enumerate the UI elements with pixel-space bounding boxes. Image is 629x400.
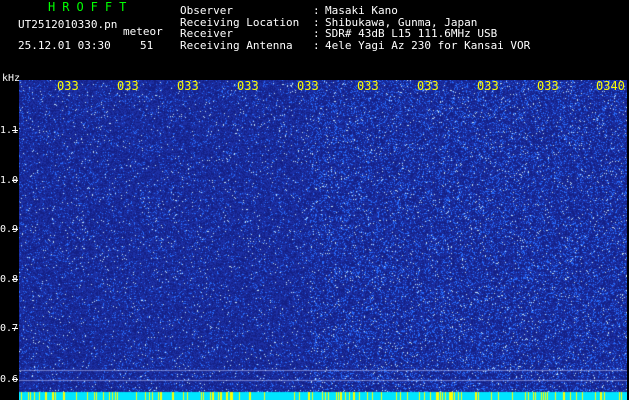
- y-tick-mark: [12, 279, 18, 280]
- x-tick-label: 033: [417, 80, 439, 92]
- info-value: 4ele Yagi Az 230 for Kansai VOR: [325, 38, 531, 52]
- y-axis-unit: kHz: [2, 73, 21, 84]
- info-label: Receiver: [180, 27, 233, 40]
- y-tick-mark: [12, 180, 18, 181]
- x-tick-label: 033: [117, 80, 139, 92]
- y-tick-mark: [12, 379, 18, 380]
- info-value: SDR# 43dB L15 111.6MHz USB: [325, 27, 498, 40]
- info-separator: :: [313, 4, 320, 17]
- station-info-row-antenna: Receiving Antenna : 4ele Yagi Az 230 for…: [180, 38, 531, 52]
- info-separator: :: [313, 27, 320, 40]
- x-tick-label: 033: [357, 80, 379, 92]
- spectrogram-canvas: [19, 80, 627, 400]
- x-tick-label: 033: [57, 80, 79, 92]
- file-name: UT2512010330.pn: [18, 18, 118, 31]
- x-tick-label: 0340: [596, 80, 625, 92]
- y-tick-mark: [12, 328, 18, 329]
- meteor-count: 51: [140, 39, 154, 52]
- station-info-row-observer: Observer : Masaki Kano: [180, 5, 530, 17]
- y-tick-mark: [12, 130, 18, 131]
- x-tick-label: 033: [177, 80, 199, 92]
- info-label: Receiving Antenna: [180, 38, 293, 52]
- station-info-row-receiver: Receiver : SDR# 43dB L15 111.6MHz USB: [180, 28, 530, 40]
- x-tick-label: 033: [237, 80, 259, 92]
- app-title: HROFFT: [48, 0, 134, 14]
- info-separator: :: [313, 38, 320, 52]
- x-tick-label: 033: [477, 80, 499, 92]
- x-tick-label: 033: [537, 80, 559, 92]
- x-tick-label: 033: [297, 80, 319, 92]
- info-label: Observer: [180, 4, 233, 17]
- y-tick-mark: [12, 229, 18, 230]
- observation-datetime: 25.12.01 03:30: [18, 39, 111, 52]
- info-value: Masaki Kano: [325, 4, 398, 17]
- meteor-label: meteor: [123, 25, 163, 38]
- station-info: Observer : Masaki Kano Receiving Locatio…: [180, 5, 530, 51]
